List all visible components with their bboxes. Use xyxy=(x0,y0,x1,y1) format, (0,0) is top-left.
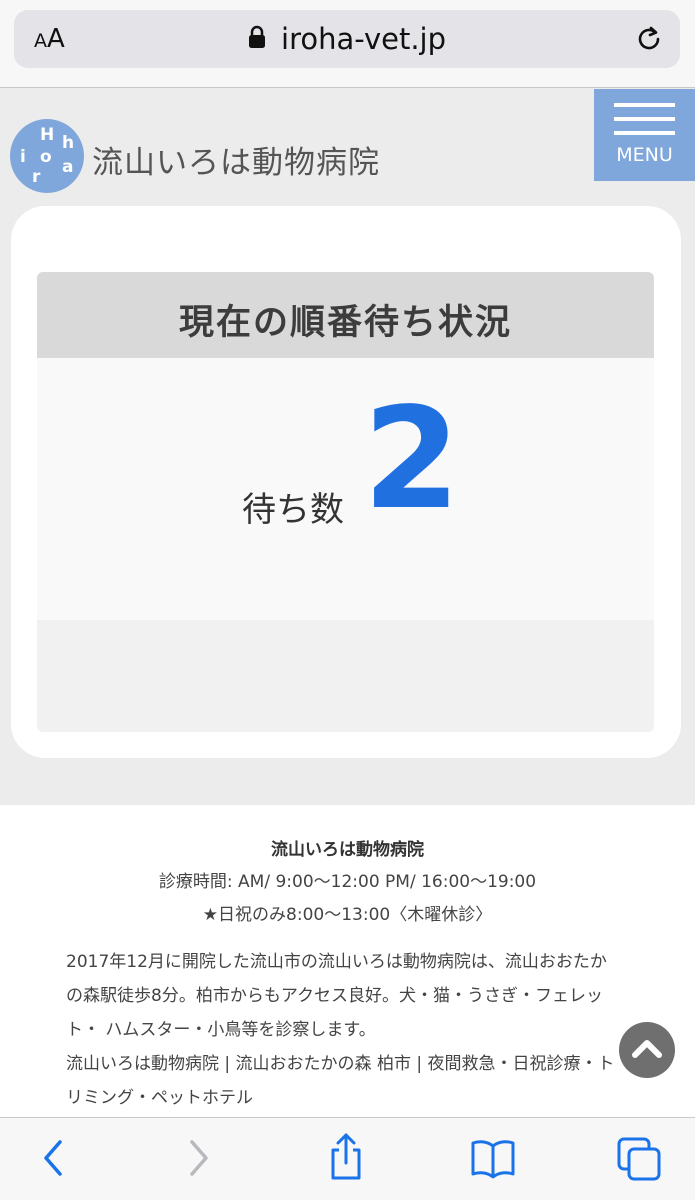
footer-description: 2017年12月に開院した流山市の流山いろは動物病院は、流山おおたかの森駅徒歩8… xyxy=(66,952,607,1040)
share-icon[interactable] xyxy=(326,1132,366,1186)
footer-keywords: 流山いろは動物病院 | 流山おおたかの森 柏市 | 夜間救急・日祝診療・トリミン… xyxy=(66,1054,615,1108)
lock-icon xyxy=(248,25,266,53)
footer-holiday-hours: ★日祝のみ8:00〜13:00〈木曜休診〉 xyxy=(202,905,493,925)
status-footer xyxy=(37,620,654,732)
url-field[interactable]: AA iroha-vet.jp xyxy=(14,10,680,68)
footer-hours: 診療時間: AM/ 9:00〜12:00 PM/ 16:00〜19:00 xyxy=(158,872,537,892)
status-title: 現在の順番待ち状況 xyxy=(178,303,512,343)
wait-count-label: 待ち数 xyxy=(242,490,344,530)
scroll-to-top-button[interactable] xyxy=(619,1022,675,1078)
reload-icon[interactable] xyxy=(634,24,664,58)
site-name[interactable]: 流山いろは動物病院 xyxy=(92,137,380,182)
logo-letter: o xyxy=(40,147,52,167)
status-header: 現在の順番待ち状況 xyxy=(37,272,654,358)
browser-address-bar: AA iroha-vet.jp xyxy=(0,0,695,88)
back-icon[interactable] xyxy=(38,1136,68,1184)
clinic-logo[interactable]: H h i o a r xyxy=(10,119,84,193)
menu-button[interactable]: MENU xyxy=(594,89,695,181)
logo-letter: i xyxy=(20,147,26,167)
status-body: 待ち数 2 xyxy=(37,358,654,620)
url-text: iroha-vet.jp xyxy=(281,22,447,56)
wait-count-value: 2 xyxy=(363,378,461,541)
footer-description-block: 2017年12月に開院した流山市の流山いろは動物病院は、流山おおたかの森駅徒歩8… xyxy=(66,945,622,1115)
logo-letter: h xyxy=(62,133,75,153)
footer-clinic-name: 流山いろは動物病院 xyxy=(271,840,424,860)
hamburger-icon xyxy=(614,103,675,107)
logo-letter: H xyxy=(40,125,55,145)
bookmarks-icon[interactable] xyxy=(470,1136,516,1184)
logo-letter: a xyxy=(62,157,74,177)
menu-label: MENU xyxy=(616,144,673,166)
site-header: H h i o a r 流山いろは動物病院 MENU xyxy=(0,89,695,193)
site-footer: 流山いろは動物病院 診療時間: AM/ 9:00〜12:00 PM/ 16:00… xyxy=(0,805,695,1118)
browser-toolbar xyxy=(0,1117,695,1200)
hamburger-icon xyxy=(614,117,675,121)
tabs-icon[interactable] xyxy=(616,1136,662,1186)
forward-icon[interactable] xyxy=(184,1136,214,1184)
hamburger-icon xyxy=(614,131,675,135)
logo-letter: r xyxy=(32,167,41,187)
chevron-up-icon xyxy=(632,1040,662,1058)
